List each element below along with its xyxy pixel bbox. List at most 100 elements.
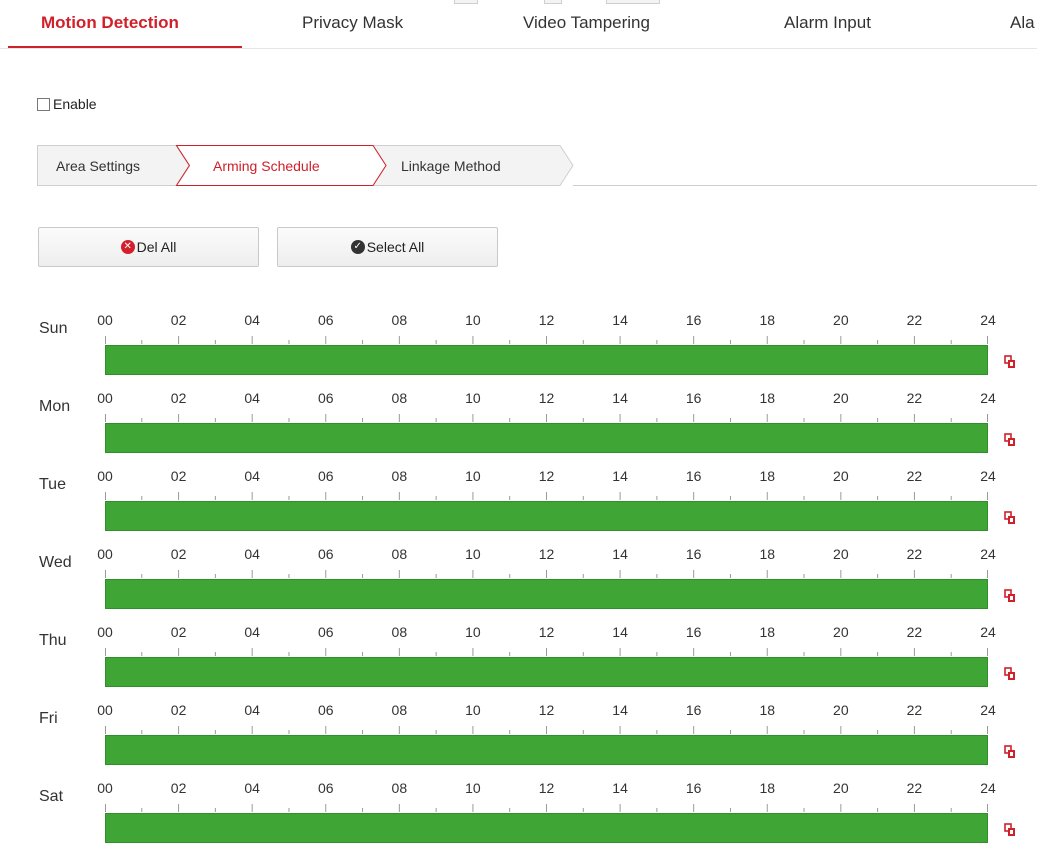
day-label: Wed	[39, 554, 72, 571]
hour-label: 14	[612, 780, 628, 796]
hour-label: 22	[906, 312, 923, 328]
hour-label: 02	[170, 702, 187, 718]
hour-label: 20	[833, 546, 849, 562]
day-row: Sun 00 02 04 06 08 10 12 14 16 18 20 22 24	[0, 300, 1037, 378]
hour-label: 02	[170, 780, 187, 796]
day-row: Sat 00 02 04 06 08 10 12 14 16 18 20 22 24	[0, 768, 1037, 846]
armed-time-bar[interactable]	[105, 735, 988, 765]
del-all-button[interactable]: ✕ Del All	[38, 227, 259, 267]
hour-ticks	[105, 490, 988, 500]
hour-label: 06	[317, 468, 334, 484]
hour-label: 24	[980, 624, 996, 640]
copy-icon[interactable]	[1004, 511, 1016, 525]
tab-privacy-mask[interactable]: Privacy Mask	[302, 13, 403, 33]
armed-time-bar[interactable]	[105, 501, 988, 531]
hour-label: 12	[538, 624, 555, 640]
hour-label: 16	[685, 312, 702, 328]
tab-alarm-input[interactable]: Alarm Input	[784, 13, 871, 33]
day-label: Tue	[39, 476, 66, 493]
hour-label: 02	[170, 390, 187, 406]
hour-label: 08	[391, 780, 408, 796]
hour-label: 14	[612, 702, 628, 718]
hour-label: 06	[317, 702, 334, 718]
hour-label: 12	[538, 468, 555, 484]
hour-label: 00	[97, 546, 113, 562]
hour-label: 14	[612, 624, 628, 640]
hour-label: 16	[685, 624, 702, 640]
hour-label: 02	[170, 624, 187, 640]
copy-icon[interactable]	[1004, 745, 1016, 759]
armed-time-bar[interactable]	[105, 423, 988, 453]
day-label: Mon	[39, 398, 71, 415]
day-row: Mon 00 02 04 06 08 10 12 14 16 18 20 22 24	[0, 378, 1037, 456]
hour-label: 02	[170, 546, 187, 562]
enable-checkbox[interactable]	[37, 97, 50, 111]
hour-label: 04	[244, 546, 260, 562]
hour-label: 18	[759, 468, 776, 484]
day-row: Tue 00 02 04 06 08 10 12 14 16 18 20 22 24	[0, 456, 1037, 534]
top-stub	[454, 0, 478, 4]
hour-label: 16	[685, 468, 702, 484]
hour-label: 10	[465, 624, 481, 640]
hour-label: 02	[170, 312, 187, 328]
hour-label: 08	[391, 390, 408, 406]
hour-label: 22	[906, 546, 923, 562]
enable-label: Enable	[53, 96, 97, 112]
armed-time-bar[interactable]	[105, 579, 988, 609]
tab-motion-detection[interactable]: Motion Detection	[41, 13, 179, 33]
day-row: Thu 00 02 04 06 08 10 12 14 16 18 20 22 24	[0, 612, 1037, 690]
copy-icon[interactable]	[1004, 823, 1016, 837]
top-stub	[606, 0, 660, 4]
hour-label: 20	[833, 702, 849, 718]
tab-alarm-output[interactable]: Ala	[1010, 13, 1035, 33]
copy-icon[interactable]	[1004, 433, 1016, 447]
day-label: Sun	[39, 320, 68, 337]
hour-label: 08	[391, 702, 408, 718]
hour-label: 20	[833, 780, 849, 796]
hour-label: 20	[833, 468, 849, 484]
hour-label: 16	[685, 780, 702, 796]
copy-icon[interactable]	[1004, 667, 1016, 681]
hour-ticks	[105, 412, 988, 422]
hour-label: 18	[759, 390, 776, 406]
hour-label: 04	[244, 468, 260, 484]
hour-label: 04	[244, 780, 260, 796]
hour-label: 24	[980, 390, 996, 406]
tab-video-tampering[interactable]: Video Tampering	[523, 13, 650, 33]
hour-label: 10	[465, 546, 481, 562]
hour-label: 00	[97, 468, 113, 484]
subtab-area-settings[interactable]: Area Settings	[56, 158, 140, 174]
hour-label: 22	[906, 468, 923, 484]
hour-label: 08	[391, 624, 408, 640]
hour-label: 06	[317, 390, 334, 406]
subtab-arming-schedule[interactable]: Arming Schedule	[213, 158, 320, 174]
armed-time-bar[interactable]	[105, 813, 988, 843]
day-label: Fri	[39, 710, 58, 727]
hour-label: 08	[391, 468, 408, 484]
hour-label: 18	[759, 624, 776, 640]
top-stub	[544, 0, 562, 4]
copy-icon[interactable]	[1004, 355, 1016, 369]
select-all-label: Select All	[366, 239, 425, 255]
hour-label: 02	[170, 468, 187, 484]
hour-label: 20	[833, 624, 849, 640]
armed-time-bar[interactable]	[105, 345, 988, 375]
hour-label: 00	[97, 390, 113, 406]
hour-label: 24	[980, 702, 996, 718]
hour-label: 12	[538, 702, 555, 718]
hour-label: 20	[833, 312, 849, 328]
hour-label: 04	[244, 312, 260, 328]
hour-label: 14	[612, 312, 628, 328]
subtab-linkage-method[interactable]: Linkage Method	[401, 158, 501, 174]
hour-label: 16	[685, 390, 702, 406]
hour-ticks	[105, 646, 988, 656]
hour-label: 04	[244, 702, 260, 718]
sub-tab-arrows	[37, 145, 1037, 186]
day-label: Sat	[39, 788, 64, 805]
copy-icon[interactable]	[1004, 589, 1016, 603]
hour-label: 24	[980, 312, 996, 328]
select-all-button[interactable]: ✓ Select All	[277, 227, 498, 267]
enable-control[interactable]: Enable	[37, 96, 97, 112]
armed-time-bar[interactable]	[105, 657, 988, 687]
hour-label: 12	[538, 780, 555, 796]
